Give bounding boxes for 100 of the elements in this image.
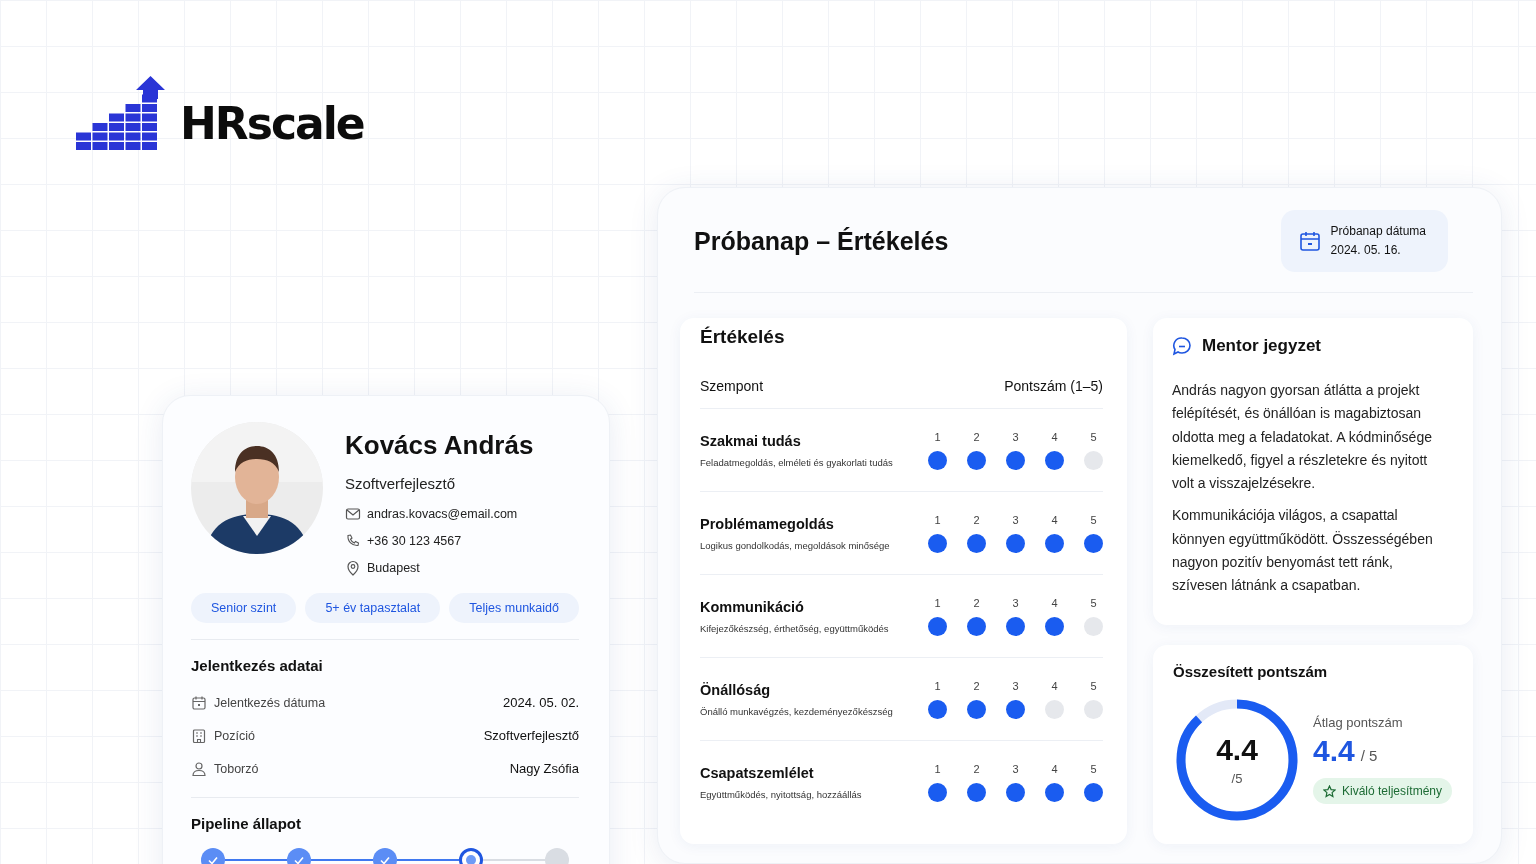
note-paragraph: András nagyon gyorsan átlátta a projekt felépítését, és önállóan is magabiztosan oldotta meg a feladatokat. A kódminősége kiemelkedő, figyel a részletekre és nyitott volt a visszajelzésekre. (1172, 381, 1433, 494)
filled-dot[interactable] (967, 533, 986, 553)
calendar-icon (1298, 230, 1321, 252)
score-number: 5 (1090, 762, 1097, 775)
filled-dot[interactable] (1006, 616, 1025, 636)
chat-bubble-icon (1172, 336, 1192, 356)
criterion-description: Logikus gondolkodás, megoldások minősége (700, 539, 890, 551)
filled-dot[interactable] (1045, 782, 1064, 802)
criterion-description: Együttműködés, nyitottság, hozzáállás (700, 788, 862, 800)
criterion-name: Önállóság (700, 681, 772, 698)
score-number: 3 (1012, 679, 1019, 692)
logo-icon (76, 76, 166, 152)
score-number: 3 (1012, 430, 1019, 443)
criterion-description: Feladatmegoldás, elméleti és gyakorlati tudás (700, 456, 893, 468)
score-number: 1 (934, 679, 941, 692)
filled-dot[interactable] (1006, 533, 1025, 553)
card-title: Összesített pontszám (1173, 662, 1329, 680)
criterion-description: Kifejezőkészség, érthetőség, együttműködés (700, 622, 889, 634)
field-value: 2024. 05. 02. (503, 695, 579, 710)
criterion-name: Kommunikáció (700, 598, 805, 615)
section-title: Pipeline állapot (191, 815, 303, 832)
empty-dot[interactable] (1084, 450, 1103, 470)
score-number: 5 (1090, 596, 1097, 609)
score-number: 2 (973, 679, 980, 692)
field-value: Szoftverfejlesztő (483, 728, 579, 743)
score-number: 3 (1012, 762, 1019, 775)
check-icon (207, 854, 219, 864)
filled-dot[interactable] (1084, 533, 1103, 553)
candidate-role: Szoftverfejlesztő (345, 475, 457, 492)
score-number: 1 (934, 596, 941, 609)
contact-text: Budapest (367, 561, 420, 575)
field-label: Toborzó (214, 761, 259, 776)
filled-dot[interactable] (928, 450, 947, 470)
empty-dot[interactable] (1084, 699, 1103, 719)
card-title: Mentor jegyzet (1202, 336, 1322, 356)
check-icon (293, 854, 305, 864)
field-label: Jelentkezés dátuma (214, 695, 326, 710)
average-value: 4.4 (1313, 734, 1355, 769)
criterion-name: Csapatszemlélet (700, 764, 815, 781)
candidate-name: Kovács András (345, 430, 534, 461)
score-number: 2 (973, 762, 980, 775)
location-pin-icon (345, 560, 361, 576)
filled-dot[interactable] (1045, 533, 1064, 553)
page-title: Próbanap – Értékelés (694, 226, 949, 256)
score-number: 5 (1090, 679, 1097, 692)
filled-dot[interactable] (928, 699, 947, 719)
score-number: 1 (934, 430, 941, 443)
filled-dot[interactable] (967, 616, 986, 636)
filled-dot[interactable] (1084, 782, 1103, 802)
score-number: 2 (973, 596, 980, 609)
empty-dot[interactable] (1045, 699, 1064, 719)
field-label: Pozíció (214, 728, 255, 743)
tag: 5+ év tapasztalat (305, 593, 441, 623)
average-max: / 5 (1360, 747, 1378, 765)
check-icon (379, 854, 391, 864)
column-header: Szempont (700, 378, 764, 394)
filled-dot[interactable] (1006, 782, 1025, 802)
empty-dot[interactable] (1084, 616, 1103, 636)
filled-dot[interactable] (967, 782, 986, 802)
filled-dot[interactable] (1006, 450, 1025, 470)
person-icon (191, 760, 207, 777)
filled-dot[interactable] (928, 782, 947, 802)
date-value: 2024. 05. 16. (1330, 242, 1402, 259)
star-icon (1323, 784, 1336, 798)
performance-badge: Kiváló teljesítmény (1313, 778, 1453, 805)
calendar-icon (191, 694, 207, 711)
score-number: 4 (1051, 762, 1058, 775)
filled-dot[interactable] (1045, 616, 1064, 636)
score-number: 4 (1051, 679, 1058, 692)
filled-dot[interactable] (928, 616, 947, 636)
date-label: Próbanap dátuma (1330, 223, 1426, 240)
score-number: 1 (934, 513, 941, 526)
field-value: Nagy Zsófia (509, 761, 579, 776)
tag: Senior szint (191, 593, 297, 623)
phone-icon (345, 533, 361, 549)
score-number: 3 (1012, 596, 1019, 609)
envelope-icon (345, 506, 361, 522)
section-title: Jelentkezés adatai (191, 657, 324, 674)
score-number: 4 (1051, 596, 1058, 609)
logo-text: HRscale (180, 102, 364, 146)
criterion-description: Önálló munkavégzés, kezdeményezőkészség (700, 705, 893, 717)
score-number: 4 (1051, 513, 1058, 526)
panel-title: Értékelés (700, 326, 786, 348)
score-number: 4 (1051, 430, 1058, 443)
average-label: Átlag pontszám (1313, 715, 1404, 731)
score-number: 5 (1090, 513, 1097, 526)
filled-dot[interactable] (967, 699, 986, 719)
filled-dot[interactable] (928, 533, 947, 553)
building-icon (191, 727, 207, 744)
score-number: 2 (973, 430, 980, 443)
filled-dot[interactable] (1045, 450, 1064, 470)
tag: Teljes munkaidő (449, 593, 579, 623)
note-paragraph: Kommunikációja világos, a csapattal könnyen együttműködött. Összességében nagyon pozitív benyomást tett ránk, szívesen látnánk a csapatban. (1172, 506, 1434, 596)
contact-text: andras.kovacs@email.com (367, 507, 518, 521)
score-number: 3 (1012, 513, 1019, 526)
score-number: 2 (973, 513, 980, 526)
filled-dot[interactable] (1006, 699, 1025, 719)
score-number: 1 (934, 762, 941, 775)
contact-text: +36 30 123 4567 (367, 534, 462, 548)
filled-dot[interactable] (967, 450, 986, 470)
